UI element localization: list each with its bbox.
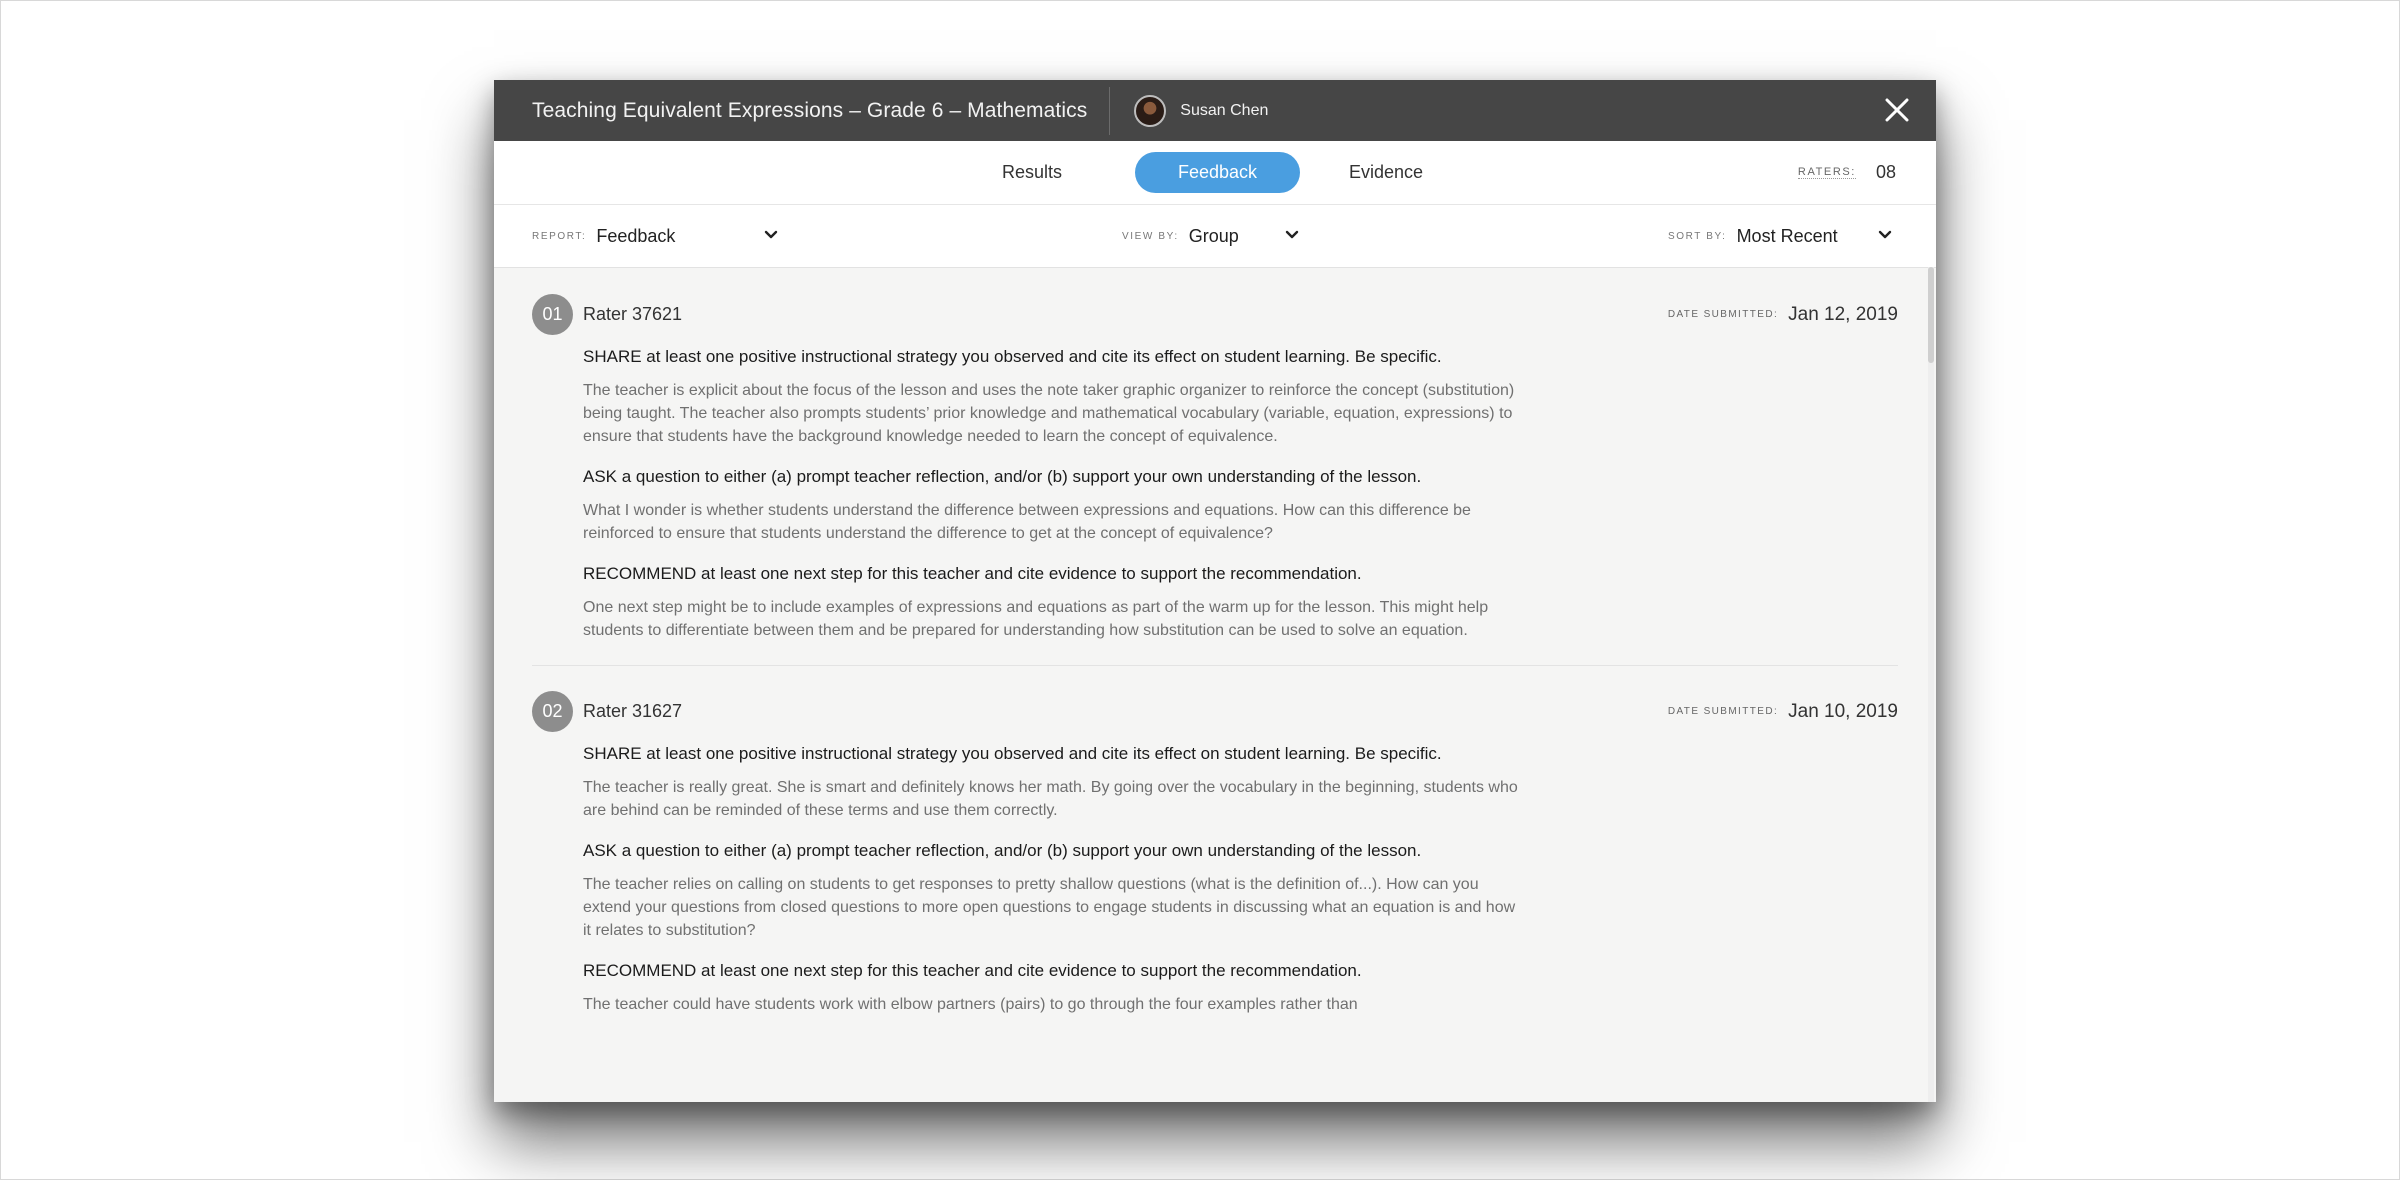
answer-share: The teacher is really great. She is smar… bbox=[583, 779, 1518, 819]
report-label: REPORT: bbox=[532, 230, 587, 242]
feedback-list[interactable]: 01 Rater 37621 DATE SUBMITTED: Jan 12, 2… bbox=[494, 267, 1936, 1102]
raters-value: 08 bbox=[1875, 162, 1896, 182]
rater-name: Rater 37621 bbox=[583, 304, 683, 324]
view-by-label: VIEW BY: bbox=[1122, 230, 1179, 242]
avatar bbox=[1134, 94, 1167, 127]
tab-bar: Results Feedback Evidence RATERS: 08 bbox=[494, 141, 1936, 205]
answer-recommend: The teacher could have students work wit… bbox=[583, 996, 1358, 1013]
feedback-modal: Teaching Equivalent Expressions – Grade … bbox=[494, 80, 1936, 1102]
raters-label: RATERS: bbox=[1797, 166, 1856, 179]
question-share: SHARE at least one positive instructiona… bbox=[583, 744, 1442, 763]
tab-results[interactable]: Results bbox=[972, 152, 1092, 193]
sort-by-label: SORT BY: bbox=[1668, 230, 1727, 242]
sort-by-dropdown[interactable]: SORT BY: Most Recent bbox=[1668, 205, 1892, 267]
question-ask: ASK a question to either (a) prompt teac… bbox=[583, 841, 1422, 860]
feedback-entry: 01 Rater 37621 DATE SUBMITTED: Jan 12, 2… bbox=[532, 267, 1898, 642]
view-by-dropdown[interactable]: VIEW BY: Group bbox=[1122, 205, 1299, 267]
answer-share: The teacher is explicit about the focus … bbox=[583, 382, 1515, 445]
feedback-body: SHARE at least one positive instructiona… bbox=[583, 743, 1523, 1016]
entry-header: 02 Rater 31627 DATE SUBMITTED: Jan 10, 2… bbox=[532, 691, 1898, 733]
modal-titlebar: Teaching Equivalent Expressions – Grade … bbox=[494, 80, 1936, 141]
entry-header: 01 Rater 37621 DATE SUBMITTED: Jan 12, 2… bbox=[532, 294, 1898, 336]
answer-ask: The teacher relies on calling on student… bbox=[583, 876, 1516, 939]
date-value: Jan 12, 2019 bbox=[1788, 304, 1898, 325]
feedback-body: SHARE at least one positive instructiona… bbox=[583, 346, 1523, 642]
question-ask: ASK a question to either (a) prompt teac… bbox=[583, 467, 1422, 486]
tab-evidence[interactable]: Evidence bbox=[1326, 152, 1446, 193]
date-submitted: DATE SUBMITTED: Jan 10, 2019 bbox=[1668, 691, 1898, 732]
report-dropdown[interactable]: REPORT: Feedback bbox=[532, 205, 778, 267]
titlebar-divider bbox=[1109, 86, 1111, 135]
date-label: DATE SUBMITTED: bbox=[1667, 309, 1779, 320]
question-recommend: RECOMMEND at least one next step for thi… bbox=[583, 961, 1362, 980]
date-submitted: DATE SUBMITTED: Jan 12, 2019 bbox=[1668, 294, 1898, 335]
chevron-down-icon bbox=[764, 230, 778, 239]
close-icon[interactable] bbox=[1882, 95, 1912, 125]
scrollbar-thumb[interactable] bbox=[1928, 267, 1934, 363]
entry-number-badge: 01 bbox=[532, 294, 573, 335]
rater-name: Rater 31627 bbox=[583, 701, 683, 721]
question-recommend: RECOMMEND at least one next step for thi… bbox=[583, 564, 1362, 583]
sort-by-value: Most Recent bbox=[1736, 225, 1838, 246]
entry-number-badge: 02 bbox=[532, 691, 573, 732]
lesson-title: Teaching Equivalent Expressions – Grade … bbox=[532, 98, 1088, 122]
tab-feedback[interactable]: Feedback bbox=[1135, 152, 1300, 193]
question-share: SHARE at least one positive instructiona… bbox=[583, 347, 1442, 366]
answer-ask: What I wonder is whether students unders… bbox=[583, 502, 1471, 542]
scrollbar-track[interactable] bbox=[1928, 267, 1934, 1102]
filter-bar: REPORT: Feedback VIEW BY: Group SORT BY:… bbox=[494, 205, 1936, 268]
date-label: DATE SUBMITTED: bbox=[1667, 706, 1779, 717]
report-value: Feedback bbox=[596, 225, 676, 246]
answer-recommend: One next step might be to include exampl… bbox=[583, 599, 1489, 639]
feedback-entry: 02 Rater 31627 DATE SUBMITTED: Jan 10, 2… bbox=[532, 665, 1898, 1016]
date-value: Jan 10, 2019 bbox=[1788, 701, 1898, 722]
raters-count: RATERS: 08 bbox=[1797, 141, 1896, 204]
chevron-down-icon bbox=[1285, 230, 1299, 239]
view-by-value: Group bbox=[1188, 225, 1239, 246]
chevron-down-icon bbox=[1878, 230, 1892, 239]
user-name: Susan Chen bbox=[1180, 101, 1269, 119]
